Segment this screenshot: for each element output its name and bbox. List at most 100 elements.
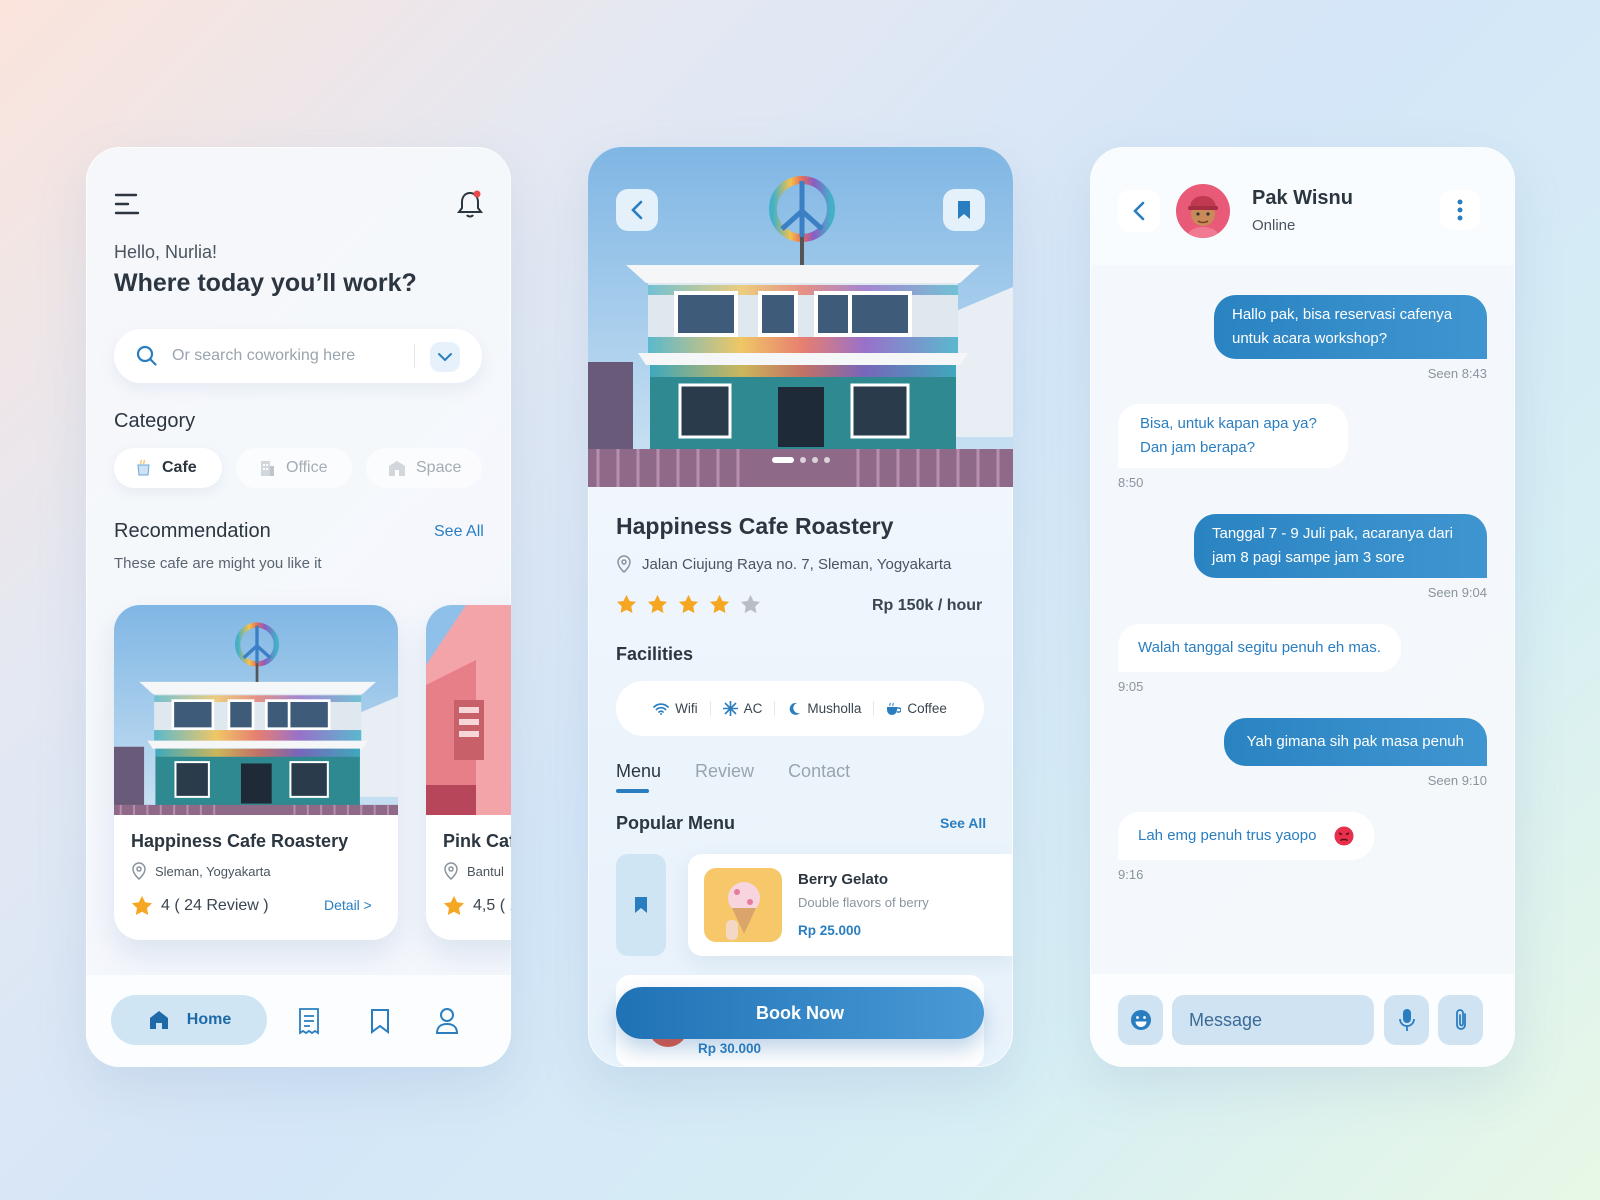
- facility-musholla: Musholla: [775, 701, 875, 716]
- menu-icon[interactable]: [114, 192, 140, 216]
- avatar[interactable]: [1176, 184, 1230, 238]
- nav-home-label: Home: [186, 1011, 232, 1028]
- category-cafe[interactable]: Cafe: [114, 448, 222, 488]
- more-options-button[interactable]: [1440, 190, 1480, 230]
- attach-button[interactable]: [1438, 995, 1483, 1045]
- star-icon: [616, 594, 637, 614]
- bookmark-button[interactable]: [943, 189, 985, 231]
- message-received: Walah tanggal segitu penuh eh mas.: [1118, 624, 1401, 672]
- message-input[interactable]: [1172, 995, 1374, 1045]
- search-input[interactable]: [172, 329, 412, 383]
- card-rating-text: 4,5 ( 1: [473, 896, 511, 914]
- search-divider: [414, 344, 415, 368]
- star-icon: [709, 594, 730, 614]
- tab-menu[interactable]: Menu: [616, 761, 661, 782]
- nav-home[interactable]: Home: [111, 995, 267, 1045]
- message-sent: Hallo pak, bisa reservasi cafenya untuk …: [1214, 295, 1487, 359]
- bell-icon[interactable]: [456, 189, 484, 219]
- card-title: Happiness Cafe Roastery: [131, 831, 349, 851]
- facility-label: Musholla: [807, 701, 862, 716]
- save-menu-button[interactable]: [616, 854, 666, 956]
- detail-screen: Happiness Cafe Roastery Jalan Ciujung Ra…: [588, 147, 1013, 1067]
- emoji-icon: [1130, 1010, 1151, 1030]
- cafe-title: Happiness Cafe Roastery: [616, 513, 894, 539]
- receipt-icon[interactable]: [296, 1007, 322, 1035]
- recommendation-card[interactable]: Happiness Cafe Roastery Sleman, Yogyakar…: [114, 605, 398, 940]
- book-now-button[interactable]: Book Now: [616, 987, 984, 1039]
- paperclip-icon: [1455, 1009, 1466, 1030]
- greeting: Hello, Nurlia!: [114, 242, 218, 262]
- card-rating: 4 ( 24 Review ): [131, 895, 269, 916]
- chevron-down-icon: [438, 353, 452, 362]
- menu-item-price: Rp 25.000: [798, 923, 862, 938]
- mic-button[interactable]: [1384, 995, 1429, 1045]
- popular-menu-title: Popular Menu: [616, 813, 736, 833]
- facility-label: AC: [743, 701, 763, 716]
- search-icon: [136, 345, 158, 367]
- cafe-photo: [114, 605, 398, 815]
- message-time: 9:05: [1118, 679, 1144, 694]
- see-all-link[interactable]: See All: [940, 815, 986, 831]
- back-icon: [631, 200, 643, 220]
- mic-icon: [1398, 1009, 1415, 1031]
- bottom-nav: Home: [86, 975, 511, 1067]
- category-space[interactable]: Space: [366, 448, 482, 488]
- rating-stars: [616, 594, 761, 614]
- message-received: Lah emg penuh trus yaopo: [1118, 812, 1375, 860]
- detail-tabs: Menu Review Contact: [616, 761, 850, 782]
- facility-ac: AC: [711, 701, 776, 716]
- cafe-address: Jalan Ciujung Raya no. 7, Sleman, Yogyak…: [616, 555, 951, 573]
- kebab-icon: [1457, 199, 1463, 221]
- card-location: Sleman, Yogyakarta: [131, 862, 271, 880]
- message-time: Seen 8:43: [1427, 366, 1487, 381]
- back-button[interactable]: [1118, 190, 1160, 232]
- home-screen: Hello, Nurlia! Where today you’ll work? …: [86, 147, 511, 1067]
- message-field[interactable]: [1172, 995, 1374, 1045]
- facilities-list: Wifi AC Musholla Coffee: [616, 681, 984, 736]
- cafe-photo: [426, 605, 511, 815]
- gelato-photo: [704, 868, 782, 942]
- star-icon: [678, 594, 699, 614]
- bookmark-icon: [958, 201, 970, 219]
- back-icon: [1133, 201, 1145, 221]
- star-icon: [131, 895, 153, 915]
- message-text: Lah emg penuh trus yaopo: [1138, 827, 1317, 844]
- headline: Where today you’ll work?: [114, 269, 417, 297]
- category-label: Cafe: [162, 459, 197, 476]
- detail-link[interactable]: Detail >: [324, 897, 372, 913]
- bookmark-icon[interactable]: [369, 1008, 391, 1034]
- menu-item-desc: Double flavors of berry: [798, 895, 929, 910]
- star-icon: [647, 594, 668, 614]
- message-time: 8:50: [1118, 475, 1144, 490]
- emoji-button[interactable]: [1118, 995, 1163, 1045]
- pin-icon: [132, 862, 146, 880]
- snowflake-icon: [722, 701, 738, 716]
- back-button[interactable]: [616, 189, 658, 231]
- tab-contact[interactable]: Contact: [788, 761, 850, 782]
- menu-item-price: Rp 30.000: [698, 1041, 762, 1056]
- menu-item-card[interactable]: Berry Gelato Double flavors of berry Rp …: [688, 854, 1013, 956]
- recommendation-card[interactable]: Pink Cafe Bantul 4,5 ( 1: [426, 605, 511, 940]
- card-location-text: Sleman, Yogyakarta: [155, 863, 271, 879]
- facility-coffee: Coffee: [874, 701, 959, 716]
- filter-dropdown-button[interactable]: [430, 342, 460, 372]
- building-icon: [258, 459, 276, 477]
- coffee-icon: [887, 702, 902, 715]
- menu-item-name: Berry Gelato: [798, 871, 889, 888]
- search-bar: [114, 329, 482, 383]
- see-all-link[interactable]: See All: [434, 523, 484, 541]
- category-label: Space: [416, 459, 462, 476]
- chat-header: Pak Wisnu Online: [1090, 147, 1515, 265]
- card-rating: 4,5 ( 1: [443, 895, 511, 916]
- contact-name: Pak Wisnu: [1252, 187, 1353, 209]
- category-office[interactable]: Office: [236, 448, 352, 488]
- card-location-text: Bantul: [467, 863, 504, 879]
- card-location: Bantul: [443, 862, 504, 880]
- tab-review[interactable]: Review: [695, 761, 754, 782]
- moon-icon: [790, 702, 801, 715]
- card-title: Pink Cafe: [443, 831, 511, 851]
- user-icon[interactable]: [435, 1007, 459, 1035]
- facilities-title: Facilities: [616, 644, 694, 664]
- chat-screen: Pak Wisnu Online Hallo pak, bisa reserva…: [1090, 147, 1515, 1067]
- angry-emoji-icon: [1334, 826, 1354, 846]
